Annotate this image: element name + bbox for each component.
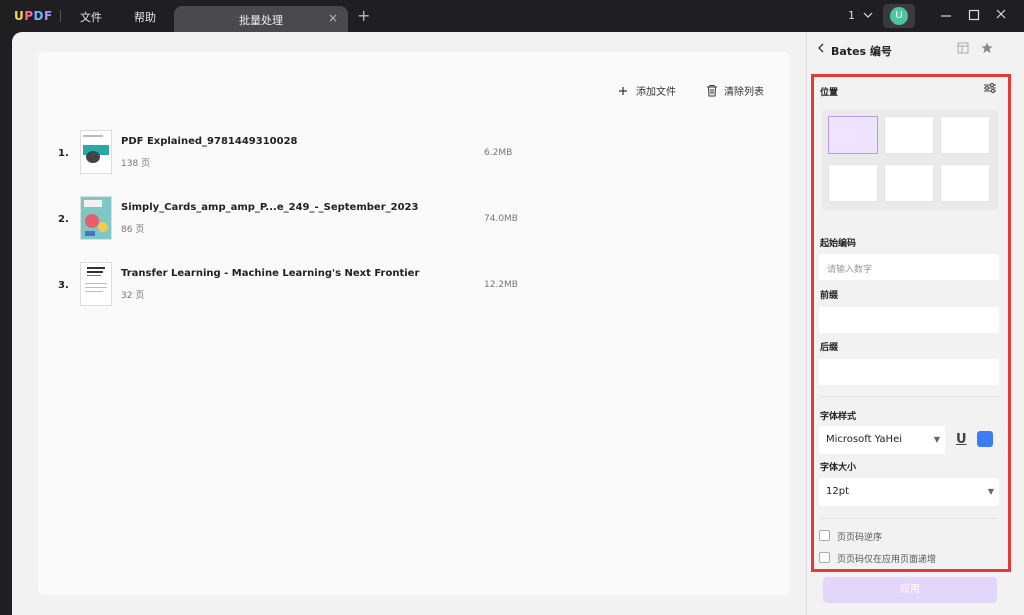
suffix-label: 后缀 xyxy=(820,343,839,353)
menu-file[interactable]: 文件 xyxy=(80,9,102,25)
position-bottom-center[interactable] xyxy=(884,164,934,202)
apply-only-label: 页页码仅在应用页面递增 xyxy=(837,555,937,565)
divider xyxy=(819,518,999,519)
position-label: 位置 xyxy=(820,88,839,98)
minimize-icon[interactable] xyxy=(940,7,952,27)
clear-list-button[interactable]: 清除列表 xyxy=(706,83,764,98)
tab-label: 批量处理 xyxy=(239,14,283,27)
start-number-label: 起始编码 xyxy=(820,239,857,249)
font-style-label: 字体样式 xyxy=(820,412,857,422)
panel-title: Bates 编号 xyxy=(831,45,892,58)
avatar: U xyxy=(890,7,908,25)
list-item[interactable]: 1. PDF Explained_9781449310028 138 页 6.2… xyxy=(38,130,790,180)
divider xyxy=(819,396,999,397)
position-top-right[interactable] xyxy=(940,116,990,154)
reverse-order-label: 页页码逆序 xyxy=(837,533,883,543)
font-size-label: 字体大小 xyxy=(820,463,857,473)
file-thumbnail xyxy=(80,130,112,174)
close-tab-icon[interactable]: × xyxy=(328,11,338,25)
chevron-down-icon: ▼ xyxy=(933,435,940,444)
tab-batch[interactable]: 批量处理 × xyxy=(174,6,348,32)
account-button[interactable]: U xyxy=(883,4,915,28)
prefix-input[interactable] xyxy=(819,307,999,333)
divider xyxy=(60,10,61,22)
font-color-swatch[interactable] xyxy=(977,431,993,447)
apply-button[interactable]: 应用 xyxy=(823,577,997,603)
file-thumbnail xyxy=(80,262,112,306)
font-family-select[interactable]: Microsoft YaHei ▼ xyxy=(819,426,945,454)
chevron-down-icon: ▼ xyxy=(987,487,994,496)
font-size-select[interactable]: 12pt ▼ xyxy=(819,478,999,506)
plus-icon xyxy=(619,87,627,95)
updf-logo[interactable]: UPDF xyxy=(14,9,53,23)
trash-icon xyxy=(707,85,717,97)
new-tab-icon[interactable]: + xyxy=(357,6,370,25)
close-window-icon[interactable] xyxy=(995,7,1007,27)
list-item[interactable]: 2. Simply_Cards_amp_amp_P...e_249_-_Sept… xyxy=(38,196,790,246)
position-grid xyxy=(822,110,998,210)
suffix-input[interactable] xyxy=(819,359,999,385)
bates-panel: Bates 编号 位置 起始编码 请输入数字 前缀 后缀 字体样式 Micros… xyxy=(806,32,1024,615)
settings-sliders-icon[interactable] xyxy=(983,82,997,97)
back-icon[interactable] xyxy=(817,42,825,57)
list-item[interactable]: 3. Transfer Learning - Machine Learning'… xyxy=(38,262,790,312)
position-top-left[interactable] xyxy=(828,116,878,154)
reverse-order-checkbox[interactable] xyxy=(819,530,830,541)
position-top-center[interactable] xyxy=(884,116,934,154)
position-bottom-right[interactable] xyxy=(940,164,990,202)
apply-only-checkbox[interactable] xyxy=(819,552,830,563)
main-area: 添加文件 清除列表 1. PDF Explained_9781449310028… xyxy=(12,32,806,615)
underline-icon[interactable]: U xyxy=(956,432,967,447)
add-file-button[interactable]: 添加文件 xyxy=(618,83,676,98)
maximize-icon[interactable] xyxy=(968,7,980,27)
file-list-card: 添加文件 清除列表 1. PDF Explained_9781449310028… xyxy=(38,52,790,595)
prefix-label: 前缀 xyxy=(820,291,839,301)
chevron-down-icon xyxy=(863,12,872,18)
menu-help[interactable]: 帮助 xyxy=(134,9,156,25)
file-thumbnail xyxy=(80,196,112,240)
position-bottom-left[interactable] xyxy=(828,164,878,202)
page-indicator[interactable]: 1 xyxy=(848,9,873,22)
template-icon[interactable] xyxy=(957,42,969,57)
star-icon[interactable] xyxy=(981,42,993,57)
panel-header: Bates 编号 xyxy=(807,32,1024,68)
start-number-input[interactable]: 请输入数字 xyxy=(819,254,999,280)
title-bar: UPDF 文件 帮助 批量处理 × + 1 U xyxy=(0,0,1024,32)
